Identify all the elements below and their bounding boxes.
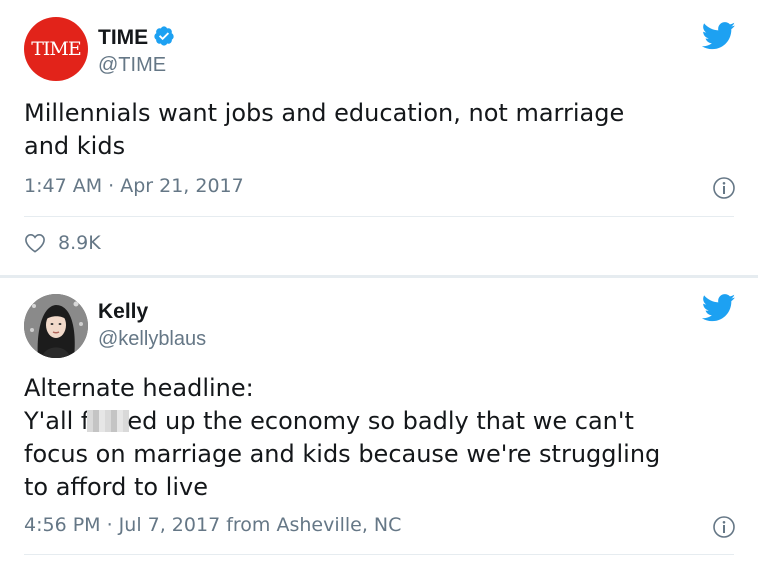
info-icon[interactable] [712, 176, 736, 200]
twitter-bird-icon[interactable] [702, 294, 736, 322]
time-logo: TIME [31, 38, 82, 60]
tweet-text-line2-end: ed up the economy so badly that we can't [127, 407, 634, 435]
verified-badge-icon [154, 26, 174, 46]
avatar[interactable] [24, 294, 88, 358]
display-name[interactable]: Kelly [98, 300, 148, 324]
like-count: 8.9K [58, 232, 101, 254]
tweet-timestamp[interactable]: 4:56 PM · Jul 7, 2017 from Asheville, NC [24, 514, 401, 536]
divider [24, 216, 734, 217]
display-name[interactable]: TIME [98, 25, 175, 50]
tweet-text-rest: focus on marriage and kids because we're… [24, 440, 661, 501]
heart-icon [25, 233, 45, 253]
tweet-text-line1: Alternate headline: [24, 374, 254, 402]
tweet-text: Alternate headline: Y'all f ed up the eco… [24, 372, 734, 504]
user-handle[interactable]: @kellyblaus [98, 328, 206, 351]
like-button[interactable]: 8.9K [24, 232, 101, 254]
user-handle[interactable]: @TIME [98, 54, 166, 77]
tweet-card-time[interactable]: TIME TIME @TIME Millennials want jobs an… [0, 0, 758, 275]
display-name-text: TIME [98, 26, 149, 49]
tweet-timestamp[interactable]: 1:47 AM · Apr 21, 2017 [24, 175, 244, 197]
divider [24, 554, 734, 555]
twitter-bird-icon[interactable] [702, 22, 736, 50]
avatar[interactable]: TIME [24, 17, 88, 81]
censor-blur [87, 410, 130, 432]
tweet-text: Millennials want jobs and education, not… [24, 99, 625, 160]
tweet-text-line2-start: Y'all f [24, 407, 90, 435]
info-icon[interactable] [712, 515, 736, 539]
profile-photo [24, 294, 88, 358]
tweet-card-kelly[interactable]: Kelly @kellyblaus Alternate headline: Y'… [0, 278, 758, 562]
